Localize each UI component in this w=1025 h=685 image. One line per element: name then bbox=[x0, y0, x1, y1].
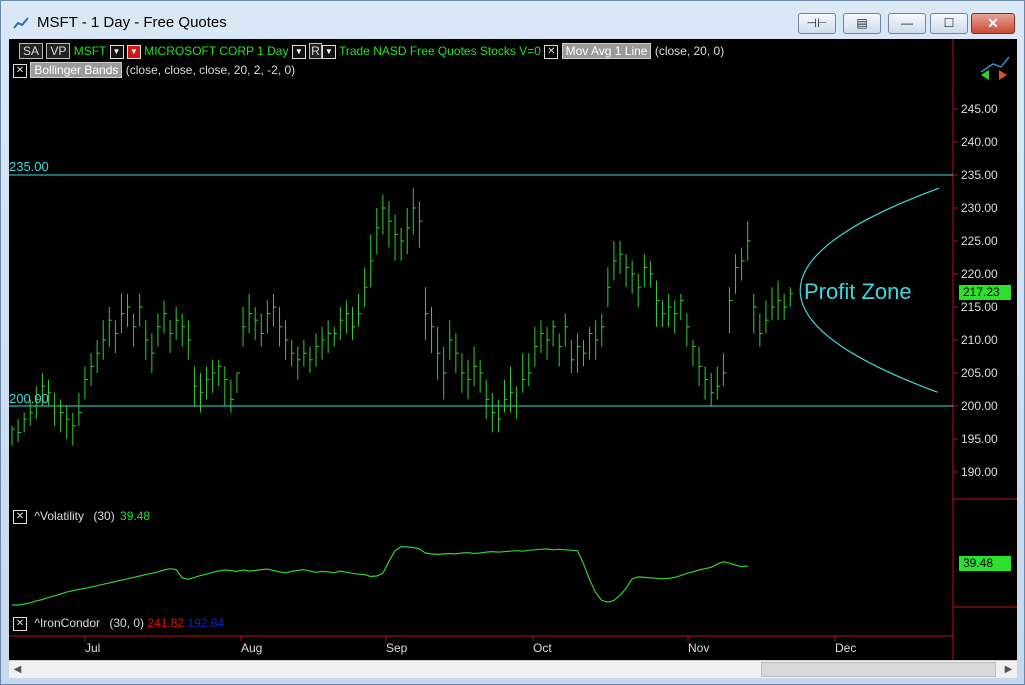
ironcondor-lower: 192.84 bbox=[187, 616, 225, 630]
upper-line-label: 235.00 bbox=[9, 159, 49, 174]
price-tick-label: 190.00 bbox=[961, 465, 998, 479]
price-tick-label: 245.00 bbox=[961, 102, 998, 116]
pin-button[interactable]: ⊣⊢ bbox=[798, 13, 836, 34]
time-axis-label: Jul bbox=[85, 641, 100, 655]
vp-button[interactable]: VP bbox=[46, 43, 71, 59]
maximize-button[interactable]: ☐ bbox=[930, 13, 968, 34]
volatility-badge: 39.48 bbox=[959, 556, 1011, 571]
scroll-left-icon[interactable]: ◀ bbox=[9, 661, 26, 678]
r-button[interactable]: R bbox=[309, 43, 322, 59]
price-tick-label: 235.00 bbox=[961, 168, 998, 182]
price-tick-label: 220.00 bbox=[961, 267, 998, 281]
quote-info: Trade NASD Free Quotes Stocks V=0 bbox=[338, 44, 541, 58]
chart-app-icon bbox=[13, 17, 29, 29]
profit-zone-label: Profit Zone bbox=[804, 279, 912, 304]
scroll-right-icon[interactable]: ▶ bbox=[1000, 661, 1017, 678]
price-tick-label: 240.00 bbox=[961, 135, 998, 149]
time-axis-label: Dec bbox=[835, 641, 856, 655]
bollinger-params: (close, close, close, 20, 2, -2, 0) bbox=[125, 63, 296, 77]
mov-avg-remove-icon[interactable]: ✕ bbox=[544, 44, 559, 59]
horizontal-scrollbar[interactable]: ◀ ▶ bbox=[9, 660, 1017, 678]
price-tick-label: 230.00 bbox=[961, 201, 998, 215]
time-axis-label: Oct bbox=[533, 641, 552, 655]
time-axis-label: Nov bbox=[688, 641, 709, 655]
bollinger-remove-icon[interactable]: ✕ bbox=[13, 63, 27, 78]
ironcondor-upper: 241.82 bbox=[147, 616, 185, 630]
volatility-remove-icon[interactable]: ✕ bbox=[13, 509, 27, 524]
symbol-label[interactable]: MSFT bbox=[74, 44, 106, 58]
restore-alt-button[interactable]: ▤ bbox=[843, 13, 881, 34]
price-tick-label: 210.00 bbox=[961, 333, 998, 347]
interval-dropdown-icon[interactable]: ▼ bbox=[291, 44, 306, 59]
volatility-label: ^Volatility bbox=[34, 509, 84, 523]
ironcondor-params: (30, 0) bbox=[109, 616, 145, 630]
price-tick-label: 200.00 bbox=[961, 399, 998, 413]
ironcondor-remove-icon[interactable]: ✕ bbox=[13, 616, 27, 631]
company-name: MICROSOFT CORP bbox=[144, 44, 254, 58]
arrow-down-icon bbox=[999, 70, 1007, 80]
minimize-button[interactable]: — bbox=[888, 13, 926, 34]
price-tick-label: 195.00 bbox=[961, 432, 998, 446]
scroll-thumb[interactable] bbox=[761, 662, 996, 677]
last-price-badge: 217.23 bbox=[959, 285, 1011, 300]
volatility-value: 39.48 bbox=[120, 509, 151, 523]
window-title: MSFT - 1 Day - Free Quotes bbox=[37, 14, 227, 31]
time-axis-label: Sep bbox=[386, 641, 408, 655]
sa-button[interactable]: SA bbox=[19, 43, 44, 59]
app-window: MSFT - 1 Day - Free Quotes ⊣⊢ ▤ — ☐ ✕ 19… bbox=[0, 0, 1025, 685]
price-tick-label: 215.00 bbox=[961, 300, 998, 314]
price-tick-label: 205.00 bbox=[961, 366, 998, 380]
header-line-1: SA VP MSFT ▼ ▼ MICROSOFT CORP 1 Day ▼ R ▼… bbox=[19, 43, 724, 59]
close-button[interactable]: ✕ bbox=[971, 13, 1015, 34]
ironcondor-header: ✕ ^IronCondor (30, 0) 241.82 192.84 bbox=[13, 616, 224, 631]
mov-avg-button[interactable]: Mov Avg 1 Line bbox=[561, 43, 652, 59]
interval-label[interactable]: 1 Day bbox=[257, 44, 288, 58]
ironcondor-label: ^IronCondor bbox=[34, 616, 101, 630]
time-axis-label: Aug bbox=[241, 641, 262, 655]
compare-icon bbox=[980, 56, 1010, 73]
symbol-dropdown-icon[interactable]: ▼ bbox=[109, 44, 124, 59]
price-tick-label: 225.00 bbox=[961, 234, 998, 248]
mov-avg-params: (close, 20, 0) bbox=[654, 44, 725, 58]
color-dropdown-icon[interactable]: ▼ bbox=[126, 44, 141, 59]
bollinger-button[interactable]: Bollinger Bands bbox=[30, 62, 123, 78]
volatility-line bbox=[12, 545, 748, 606]
chart-area[interactable]: 190.00 195.00 200.00 205.00 210.00 215.00 220.… bbox=[9, 39, 1017, 660]
header-line-2: ✕ Bollinger Bands (close, close, close, … bbox=[13, 62, 295, 78]
price-chart-svg[interactable]: 190.00 195.00 200.00 205.00 210.00 215.00 220.… bbox=[9, 39, 1017, 660]
volatility-header: ✕ ^Volatility (30) 39.48 bbox=[13, 509, 150, 524]
volatility-params: (30) bbox=[93, 509, 115, 523]
lower-line-label: 200.00 bbox=[9, 391, 49, 406]
title-bar[interactable]: MSFT - 1 Day - Free Quotes ⊣⊢ ▤ — ☐ ✕ bbox=[1, 1, 1024, 39]
r-dropdown-icon[interactable]: ▼ bbox=[321, 44, 336, 59]
